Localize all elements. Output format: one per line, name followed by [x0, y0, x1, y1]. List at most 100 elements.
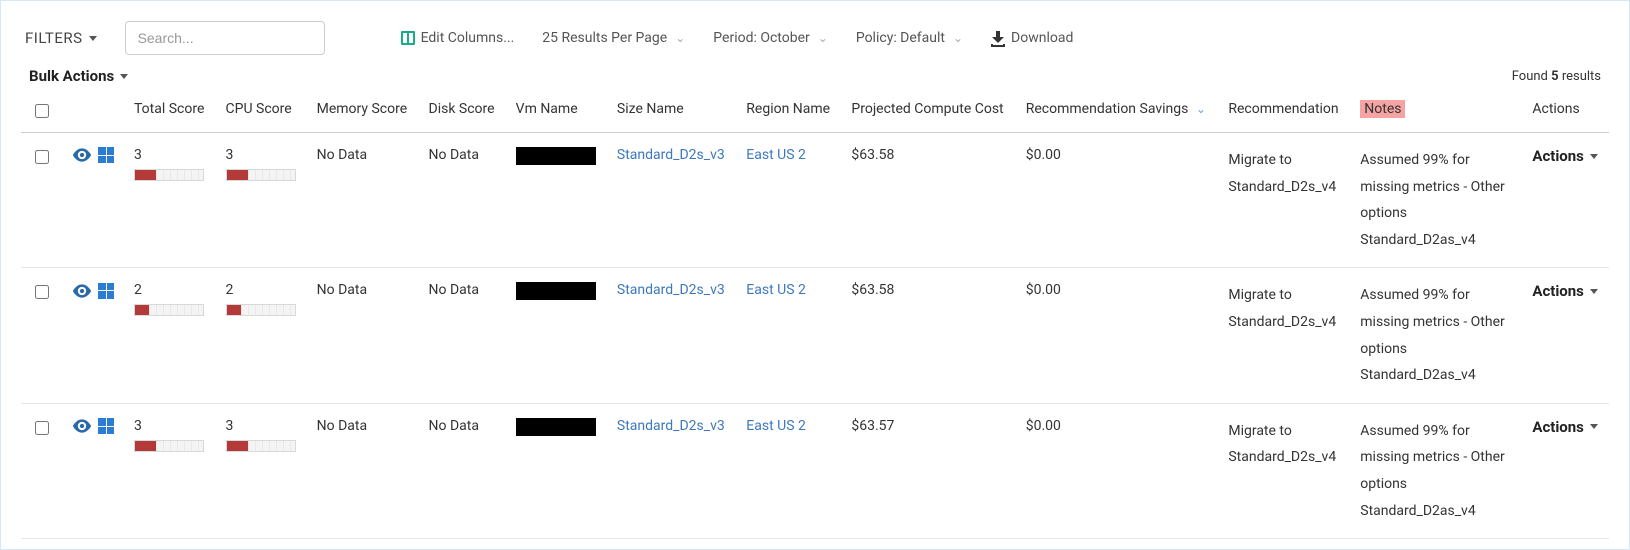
projected-cost-cell: $63.57 — [841, 403, 1015, 538]
col-disk-score[interactable]: Disk Score — [419, 93, 506, 133]
col-recommendation-savings[interactable]: Recommendation Savings ⌄ — [1016, 93, 1219, 133]
score-bar — [134, 169, 204, 181]
total-score-cell: 3 — [124, 403, 216, 538]
size-name-cell: Standard_D2s_v3 — [607, 268, 736, 403]
results-count: Found 5 results — [1512, 69, 1601, 84]
recommendation-cell: Migrate to Standard_D2s_v4 — [1218, 133, 1350, 268]
row-checkbox[interactable] — [35, 150, 49, 164]
score-bar — [226, 169, 296, 181]
eye-icon[interactable] — [72, 148, 92, 162]
chevron-down-icon: ⌄ — [818, 31, 828, 45]
row-actions-dropdown[interactable]: Actions — [1532, 418, 1599, 436]
col-projected-cost[interactable]: Projected Compute Cost — [841, 93, 1015, 133]
windows-icon — [98, 147, 114, 163]
total-score-cell: 3 — [124, 133, 216, 268]
row-actions-dropdown[interactable]: Actions — [1532, 147, 1599, 165]
projected-cost-cell: $63.58 — [841, 133, 1015, 268]
row-checkbox[interactable] — [35, 285, 49, 299]
memory-score-cell: No Data — [307, 268, 419, 403]
vm-name-cell — [506, 403, 607, 538]
size-name-link[interactable]: Standard_D2s_v3 — [617, 418, 725, 434]
region-name-cell: East US 2 — [736, 403, 841, 538]
redacted-vm-name — [516, 282, 596, 300]
cpu-score-cell: 3 — [216, 133, 307, 268]
download-icon — [991, 31, 1005, 45]
sort-chevron-icon: ⌄ — [1196, 102, 1206, 116]
score-bar — [226, 304, 296, 316]
recommendation-cell: Migrate to Standard_D2s_v4 — [1218, 403, 1350, 538]
edit-columns-button[interactable]: Edit Columns... — [401, 30, 515, 46]
disk-score-cell: No Data — [419, 268, 506, 403]
download-button[interactable]: Download — [991, 30, 1073, 46]
score-bar — [134, 440, 204, 452]
filters-label: FILTERS — [25, 29, 83, 47]
col-notes[interactable]: Notes — [1350, 93, 1522, 133]
savings-cell: $0.00 — [1016, 268, 1219, 403]
col-total-score[interactable]: Total Score — [124, 93, 216, 133]
notes-cell: Assumed 99% for missing metrics - Other … — [1350, 268, 1522, 403]
table-row: 22No DataNo DataStandard_D2s_v3East US 2… — [21, 268, 1609, 403]
columns-icon — [401, 31, 415, 45]
recommendation-cell: Migrate to Standard_D2s_v4 — [1218, 268, 1350, 403]
eye-icon[interactable] — [72, 419, 92, 433]
total-score-cell: 2 — [124, 268, 216, 403]
chevron-down-icon: ⌄ — [675, 31, 685, 45]
chevron-down-icon — [1590, 289, 1598, 294]
row-actions-dropdown[interactable]: Actions — [1532, 282, 1599, 300]
chevron-down-icon — [1590, 154, 1598, 159]
region-name-cell: East US 2 — [736, 133, 841, 268]
vm-name-cell — [506, 268, 607, 403]
cpu-score-cell: 2 — [216, 268, 307, 403]
col-vm-name[interactable]: Vm Name — [506, 93, 607, 133]
col-cpu-score[interactable]: CPU Score — [216, 93, 307, 133]
size-name-link[interactable]: Standard_D2s_v3 — [617, 282, 725, 298]
table-row: 33No DataNo DataStandard_D2s_v3East US 2… — [21, 403, 1609, 538]
redacted-vm-name — [516, 147, 596, 165]
eye-icon[interactable] — [72, 284, 92, 298]
memory-score-cell: No Data — [307, 133, 419, 268]
col-region-name[interactable]: Region Name — [736, 93, 841, 133]
size-name-link[interactable]: Standard_D2s_v3 — [617, 147, 725, 163]
notes-cell: Assumed 99% for missing metrics - Other … — [1350, 403, 1522, 538]
cpu-score-cell: 3 — [216, 403, 307, 538]
region-name-cell: East US 2 — [736, 268, 841, 403]
col-memory-score[interactable]: Memory Score — [307, 93, 419, 133]
chevron-down-icon: ⌄ — [953, 31, 963, 45]
results-per-page-dropdown[interactable]: 25 Results Per Page ⌄ — [542, 30, 685, 46]
score-bar — [226, 440, 296, 452]
bulk-actions-dropdown[interactable]: Bulk Actions — [29, 67, 128, 85]
score-bar — [134, 304, 204, 316]
disk-score-cell: No Data — [419, 133, 506, 268]
col-recommendation[interactable]: Recommendation — [1218, 93, 1350, 133]
search-input[interactable] — [125, 21, 325, 55]
policy-dropdown[interactable]: Policy: Default ⌄ — [856, 30, 963, 46]
chevron-down-icon — [120, 74, 128, 79]
chevron-down-icon — [89, 36, 97, 41]
region-name-link[interactable]: East US 2 — [746, 418, 806, 434]
vm-name-cell — [506, 133, 607, 268]
size-name-cell: Standard_D2s_v3 — [607, 133, 736, 268]
region-name-link[interactable]: East US 2 — [746, 282, 806, 298]
results-table: Total Score CPU Score Memory Score Disk … — [21, 93, 1609, 539]
redacted-vm-name — [516, 418, 596, 436]
notes-cell: Assumed 99% for missing metrics - Other … — [1350, 133, 1522, 268]
chevron-down-icon — [1590, 424, 1598, 429]
filters-dropdown[interactable]: FILTERS — [25, 29, 97, 47]
policy-label: Policy: Default — [856, 30, 945, 46]
size-name-cell: Standard_D2s_v3 — [607, 403, 736, 538]
projected-cost-cell: $63.58 — [841, 268, 1015, 403]
results-per-page-label: 25 Results Per Page — [542, 30, 667, 46]
col-actions: Actions — [1522, 93, 1609, 133]
table-row: 33No DataNo DataStandard_D2s_v3East US 2… — [21, 133, 1609, 268]
bulk-actions-label: Bulk Actions — [29, 67, 114, 85]
edit-columns-label: Edit Columns... — [421, 30, 515, 46]
windows-icon — [98, 418, 114, 434]
period-dropdown[interactable]: Period: October ⌄ — [713, 30, 828, 46]
download-label: Download — [1011, 30, 1073, 46]
region-name-link[interactable]: East US 2 — [746, 147, 806, 163]
period-label: Period: October — [713, 30, 809, 46]
select-all-checkbox[interactable] — [35, 104, 49, 118]
disk-score-cell: No Data — [419, 403, 506, 538]
col-size-name[interactable]: Size Name — [607, 93, 736, 133]
row-checkbox[interactable] — [35, 421, 49, 435]
